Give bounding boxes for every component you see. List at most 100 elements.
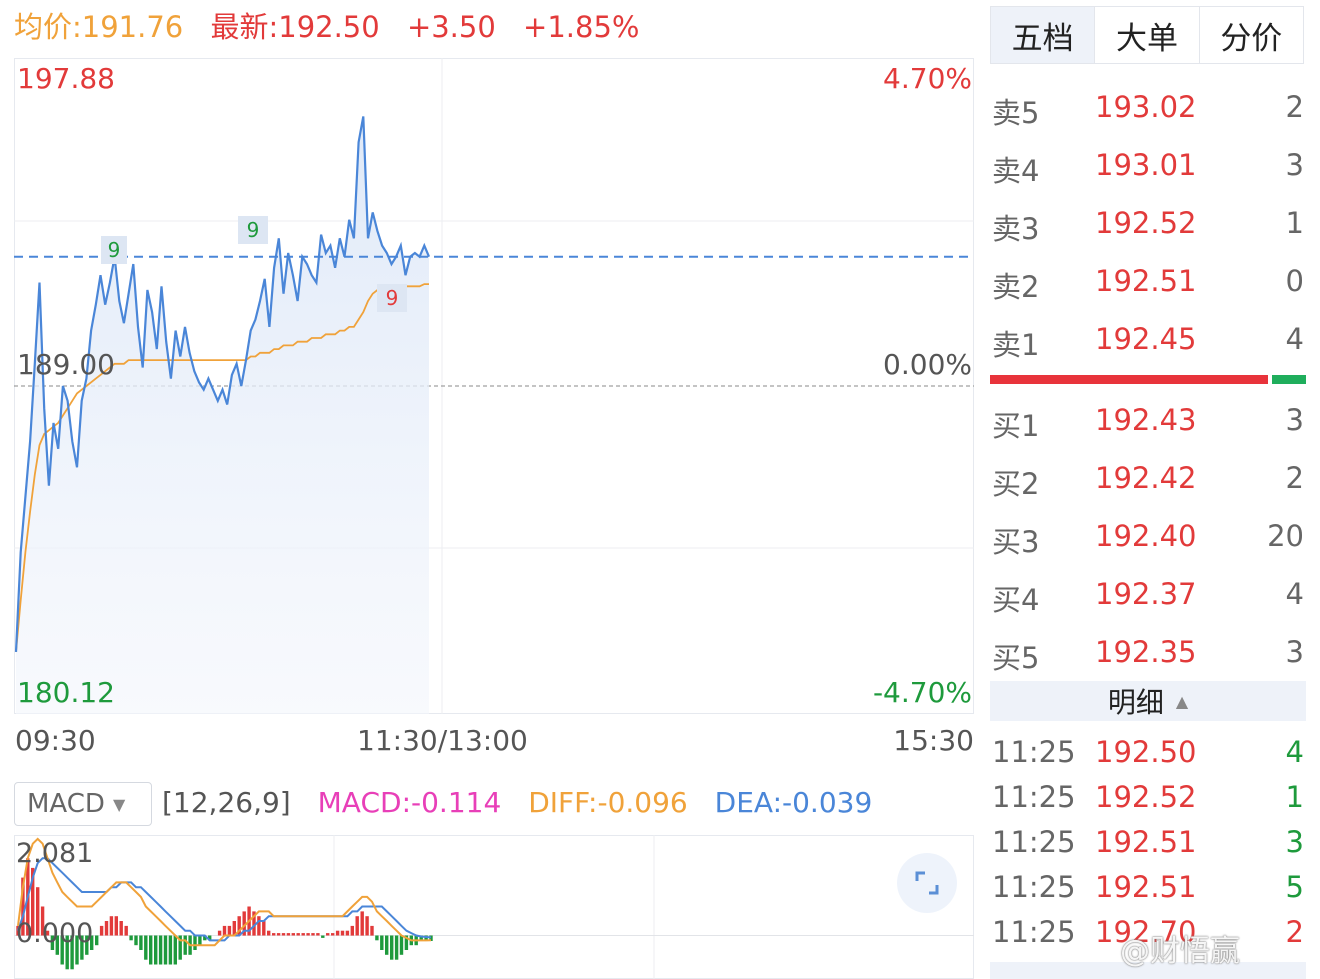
macd-legend: [12,26,9] MACD:-0.114 DIFF:-0.096 DEA:-0…: [162, 786, 872, 819]
macd-histogram-bar: [139, 935, 143, 950]
bid-price: 192.43: [1095, 403, 1197, 437]
tick-row: 11:25 192.52 1: [990, 778, 1306, 823]
macd-histogram-bar: [217, 930, 222, 936]
tick-time: 11:25: [992, 915, 1076, 949]
ask-price: 192.45: [1095, 322, 1197, 356]
buy-sell-ratio-bar: [990, 375, 1306, 384]
tab-price-distribution[interactable]: 分价: [1200, 7, 1303, 63]
ask-row: 卖2 192.51 0: [990, 254, 1306, 312]
macd-histogram-bar: [301, 933, 305, 936]
ask-row: 卖3 192.52 1: [990, 196, 1306, 254]
signal-badge[interactable]: 9: [377, 284, 407, 312]
ask-level: 卖2: [992, 270, 1040, 304]
macd-chart: [14, 835, 974, 979]
tick-volume: 3: [1285, 825, 1304, 859]
macd-histogram-bar: [173, 935, 177, 965]
macd-histogram-bar: [109, 916, 114, 936]
macd-histogram-bar: [335, 930, 340, 936]
expand-button[interactable]: [897, 853, 957, 913]
bid-level: 买1: [992, 409, 1040, 443]
bid-level: 买4: [992, 583, 1040, 617]
macd-histogram-bar: [149, 935, 153, 965]
macd-histogram-bar: [183, 935, 187, 955]
signal-badge[interactable]: 9: [101, 236, 127, 264]
bid-level: 买3: [992, 525, 1040, 559]
bid-price: 192.35: [1095, 635, 1197, 669]
macd-histogram-bar: [370, 925, 374, 936]
macd-histogram-bar: [286, 933, 291, 936]
bid-volume: 3: [1285, 403, 1304, 437]
macd-histogram-bar: [399, 935, 404, 955]
macd-histogram-bar: [331, 933, 335, 936]
pct-mid-label: 0.00%: [883, 348, 972, 381]
macd-histogram-bar: [119, 921, 123, 936]
bid-price: 192.42: [1095, 461, 1197, 495]
tab-five-levels[interactable]: 五档: [991, 7, 1096, 63]
indicator-dropdown-label: MACD: [27, 789, 105, 819]
macd-histogram-bar: [321, 935, 325, 938]
macd-histogram-bar: [227, 925, 232, 936]
macd-histogram-bar: [272, 933, 276, 936]
macd-histogram-bar: [385, 935, 389, 955]
macd-histogram-bar: [360, 911, 364, 936]
macd-frame: [14, 835, 974, 979]
macd-histogram-bar: [394, 935, 399, 960]
bid-row: 买4 192.37 4: [990, 567, 1306, 625]
macd-histogram-bar: [375, 935, 379, 941]
tick-row: 11:25 192.51 5: [990, 868, 1306, 913]
ask-volume: 4: [1285, 322, 1304, 356]
macd-histogram-bar: [306, 933, 310, 936]
sell-ratio-fill: [1272, 375, 1306, 384]
macd-histogram-bar: [326, 933, 330, 936]
macd-histogram-bar: [350, 925, 354, 936]
watermark: @财悟赢: [1120, 934, 1240, 969]
macd-histogram-bar: [104, 921, 109, 936]
indicator-dropdown[interactable]: MACD ▼: [14, 782, 152, 826]
bid-volume: 20: [1267, 519, 1304, 553]
price-high-label: 197.88: [17, 62, 115, 95]
ask-level: 卖5: [992, 96, 1040, 130]
bid-volume: 3: [1285, 635, 1304, 669]
ask-price: 192.51: [1095, 264, 1197, 298]
tick-row: 11:25 192.50 4: [990, 733, 1306, 778]
tick-volume: 4: [1285, 735, 1304, 769]
ask-price: 193.01: [1095, 148, 1197, 182]
macd-histogram-bar: [168, 935, 173, 965]
tab-large-orders[interactable]: 大单: [1095, 7, 1200, 63]
tick-price: 192.52: [1095, 780, 1197, 814]
macd-histogram-bar: [355, 916, 359, 936]
ask-level: 卖4: [992, 154, 1040, 188]
avg-price-label: 均价:191.76: [14, 10, 184, 44]
tick-price: 192.51: [1095, 825, 1197, 859]
macd-histogram-bar: [198, 935, 202, 946]
bid-volume: 4: [1285, 577, 1304, 611]
macd-value: MACD:-0.114: [317, 786, 502, 819]
time-end-label: 15:30: [893, 724, 974, 757]
macd-histogram-bar: [311, 933, 315, 936]
time-start-label: 09:30: [15, 724, 96, 757]
chevron-down-icon: ▼: [112, 794, 126, 814]
intraday-chart-svg: [14, 58, 974, 714]
price-mid-label: 189.00: [17, 348, 115, 381]
tick-time: 11:25: [992, 735, 1076, 769]
panel-tabs: 五档 大单 分价: [990, 6, 1304, 64]
macd-histogram-bar: [134, 935, 138, 946]
bid-price: 192.37: [1095, 577, 1197, 611]
macd-histogram-bar: [95, 935, 99, 946]
bid-row: 买3 192.40 20: [990, 509, 1306, 567]
bid-volume: 2: [1285, 461, 1304, 495]
pct-low-label: -4.70%: [872, 676, 972, 709]
macd-histogram-bar: [257, 916, 261, 936]
tick-time: 11:25: [992, 870, 1076, 904]
tick-volume: 5: [1285, 870, 1304, 904]
ticks-title: 明细: [1107, 686, 1164, 719]
bid-price: 192.40: [1095, 519, 1197, 553]
signal-badge[interactable]: 9: [238, 216, 268, 244]
ticks-toggle[interactable]: 明细 ▲: [990, 681, 1306, 721]
macd-histogram-bar: [129, 935, 133, 941]
macd-histogram-bar: [193, 935, 197, 950]
macd-histogram-bar: [154, 935, 158, 965]
bid-level: 买5: [992, 641, 1040, 675]
ask-volume: 2: [1285, 90, 1304, 124]
macd-zero-label: 0.000: [16, 918, 94, 949]
